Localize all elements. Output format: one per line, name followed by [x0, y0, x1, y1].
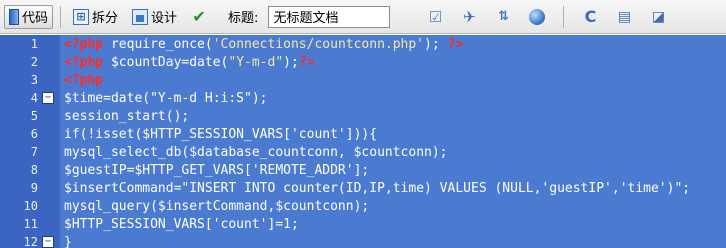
code-token: require_once( [103, 36, 213, 52]
php-tag-token: <?php [64, 36, 104, 52]
code-line[interactable]: 11 $HTTP_SESSION_VARS['count']=1; [0, 215, 726, 233]
line-number: 9 [30, 181, 38, 195]
string-token: "Y-m-d" [228, 54, 284, 70]
code-text: } [60, 233, 726, 248]
code-text: <?php $countDay=date("Y-m-d"); ?> [60, 53, 726, 71]
code-line[interactable]: 12−} [0, 233, 726, 248]
code-text: mysql_select_db($database_countconn, $co… [60, 143, 726, 161]
code-text: <?php require_once('Connections/countcon… [60, 35, 726, 53]
code-token: if(!isset($HTTP_SESSION_VARS['count'])){ [64, 126, 378, 142]
code-token: mysql_query($insertCommand,$countconn); [64, 198, 370, 214]
validate-icon[interactable]: ⇅ [492, 6, 514, 28]
code-token: } [64, 234, 72, 248]
live-view-button[interactable]: ✔ [186, 5, 212, 29]
code-text: $insertCommand="INSERT INTO counter(ID,I… [60, 179, 726, 197]
line-number: 2 [30, 55, 38, 69]
title-label: 标题: [228, 11, 259, 26]
line-number: 1 [30, 37, 38, 51]
debug-icon[interactable]: ✈ [458, 6, 480, 28]
code-token: $insertCommand="INSERT INTO counter(ID,I… [64, 180, 691, 196]
split-view-icon: ⊞ [73, 8, 90, 25]
line-number: 6 [30, 127, 38, 141]
code-view-button[interactable]: 代码 [4, 4, 54, 29]
code-text: $time=date("Y-m-d H:i:S"); [60, 89, 726, 107]
design-view-button[interactable]: 设计 [127, 5, 182, 29]
split-view-label: 拆分 [92, 11, 119, 26]
code-text: $HTTP_SESSION_VARS['count']=1; [60, 215, 726, 233]
php-tag-token: <?php [64, 72, 104, 88]
code-token: $countDay=date( [103, 54, 229, 70]
code-view-icon [9, 8, 19, 25]
live-view-icon: ✔ [192, 6, 206, 26]
code-line[interactable]: 3 <?php [0, 71, 726, 89]
code-line[interactable]: 2 <?php $countDay=date("Y-m-d"); ?> [0, 53, 726, 71]
php-tag-token: ?> [447, 36, 464, 52]
line-number: 7 [30, 145, 38, 159]
code-token: mysql_select_db($database_countconn, $co… [64, 144, 448, 160]
refresh-icon[interactable]: C [579, 6, 601, 28]
code-line[interactable]: 5 session_start(); [0, 107, 726, 125]
line-number: 8 [30, 163, 38, 177]
browser-preview-button[interactable] [526, 6, 548, 28]
line-number: 5 [30, 109, 38, 123]
line-number: 4 [30, 91, 38, 105]
fold-toggle-icon[interactable]: − [42, 92, 54, 104]
design-view-label: 设计 [151, 11, 178, 26]
code-text: if(!isset($HTTP_SESSION_VARS['count'])){ [60, 125, 726, 143]
title-field[interactable] [268, 5, 391, 28]
line-number: 10 [23, 199, 38, 213]
line-number: 3 [30, 73, 38, 87]
code-line[interactable]: 9 $insertCommand="INSERT INTO counter(ID,… [0, 179, 726, 197]
code-line[interactable]: 4− $time=date("Y-m-d H:i:S"); [0, 89, 726, 107]
file-management-icon[interactable]: ☑ [424, 6, 446, 28]
code-line[interactable]: 1 <?php require_once('Connections/countco… [0, 35, 726, 53]
design-view-icon [132, 8, 149, 25]
code-view-label: 代码 [22, 11, 49, 26]
php-tag-token: <?php [64, 54, 104, 70]
code-token: $guestIP=$HTTP_GET_VARS['REMOTE_ADDR']; [64, 162, 370, 178]
string-token: 'Connections/countconn.php' [212, 36, 425, 52]
code-text: <?php [60, 71, 726, 89]
view-options-icon[interactable]: ▤ [613, 6, 635, 28]
toolbar-icon-group: ☑ ✈ ⇅ C ▤ ◪ [424, 5, 669, 28]
code-editor[interactable]: 1 <?php require_once('Connections/countco… [0, 35, 726, 248]
visual-aids-icon[interactable]: ◪ [647, 6, 669, 28]
code-line[interactable]: 8 $guestIP=$HTTP_GET_VARS['REMOTE_ADDR']; [0, 161, 726, 179]
toolbar-separator [60, 5, 62, 28]
toolbar-separator [563, 5, 565, 28]
line-number: 12 [23, 235, 38, 248]
code-line[interactable]: 10 mysql_query($insertCommand,$countconn)… [0, 197, 726, 215]
code-text: mysql_query($insertCommand,$countconn); [60, 197, 726, 215]
code-token: ); [424, 36, 448, 52]
code-text: session_start(); [60, 107, 726, 125]
document-toolbar: 代码 ⊞ 拆分 设计 ✔ 标题: ☑ ✈ ⇅ C ▤ ◪ [0, 0, 726, 34]
code-token: $HTTP_SESSION_VARS['count']=1; [64, 216, 299, 232]
code-token: session_start(); [64, 108, 190, 124]
php-tag-token: ?> [298, 54, 315, 70]
code-line[interactable]: 7 mysql_select_db($database_countconn, $c… [0, 143, 726, 161]
code-lines: 1 <?php require_once('Connections/countco… [0, 35, 726, 248]
browser-preview-icon [529, 8, 546, 25]
line-number: 11 [23, 217, 38, 231]
code-token: $time=date("Y-m-d H:i:S"); [64, 90, 268, 106]
code-text: $guestIP=$HTTP_GET_VARS['REMOTE_ADDR']; [60, 161, 726, 179]
code-token: ); [283, 54, 299, 70]
split-view-button[interactable]: ⊞ 拆分 [68, 5, 123, 29]
editor-window: 代码 ⊞ 拆分 设计 ✔ 标题: ☑ ✈ ⇅ C ▤ ◪ 1 <?php requ… [0, 0, 726, 248]
code-line[interactable]: 6 if(!isset($HTTP_SESSION_VARS['count']))… [0, 125, 726, 143]
fold-toggle-icon[interactable]: − [42, 236, 54, 248]
